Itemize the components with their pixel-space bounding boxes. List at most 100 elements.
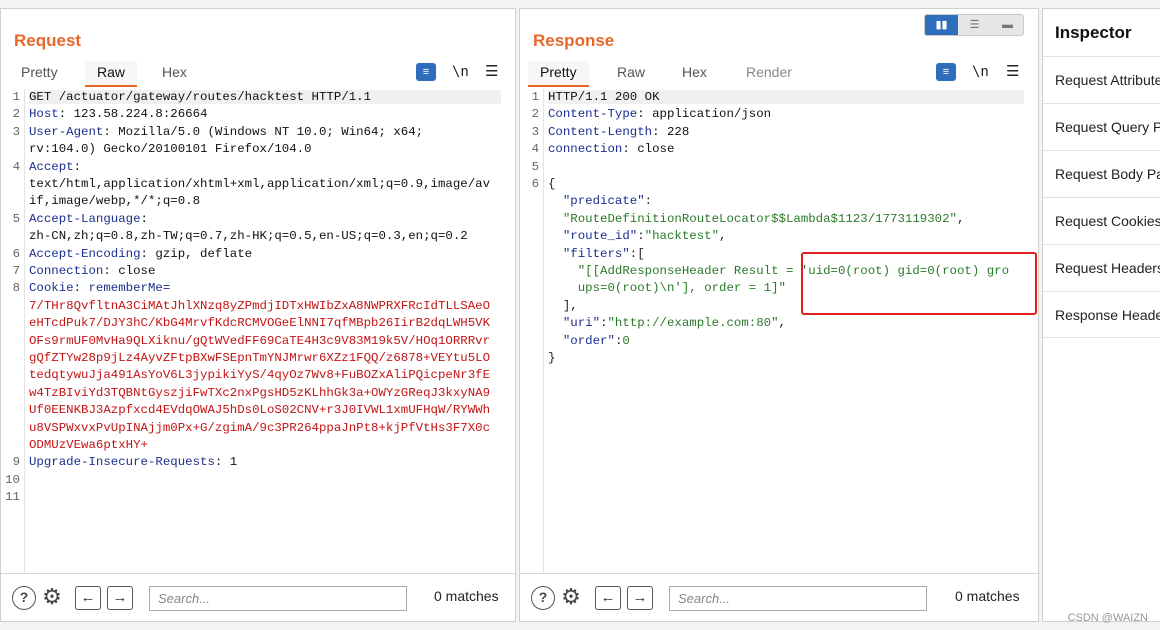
- code-token: "predicate": [562, 194, 645, 209]
- code-token: GET /actuator/gateway/routes/hacktest HT…: [29, 90, 372, 104]
- response-editor[interactable]: 1 HTTP/1.1 200 OK 2 Content-Type: applicati…: [520, 89, 1038, 573]
- code-token: Uf0EENKBJ3Azpfxcd4EVdqOWAJ5hDs0LoS02CNV+…: [29, 403, 491, 418]
- wrap-lines-icon[interactable]: ≡: [416, 63, 436, 81]
- code-token: {: [548, 177, 556, 191]
- arrow-right-icon[interactable]: →: [627, 586, 653, 610]
- code-line: Accept-Encoding: gzip, deflate: [29, 247, 252, 261]
- code-token: :: [73, 159, 82, 174]
- code-line: "predicate":: [548, 194, 652, 208]
- code-token: ODMUzVEwa6ptxHY+: [29, 438, 148, 452]
- request-search-input[interactable]: Search...: [149, 586, 407, 611]
- code-token: ,: [719, 229, 727, 244]
- split-columns-icon[interactable]: ▮▮: [925, 15, 958, 35]
- code-token: Upgrade-Insecure-Requests: [29, 455, 215, 470]
- code-line: "RouteDefinitionRouteLocator$$Lambda$112…: [548, 211, 965, 226]
- request-editor[interactable]: 1 GET /actuator/gateway/routes/hacktest H…: [1, 89, 515, 573]
- code-line: }: [548, 351, 555, 365]
- request-match-count: 0 matches: [434, 588, 499, 604]
- code-token: :: [73, 281, 89, 296]
- code-token: ,: [778, 316, 786, 331]
- split-rows-icon[interactable]: ☰: [958, 15, 991, 35]
- code-token: :[: [629, 246, 645, 261]
- response-tab-raw[interactable]: Raw: [617, 61, 645, 87]
- wrap-lines-icon[interactable]: ≡: [936, 63, 956, 81]
- request-tab-pretty[interactable]: Pretty: [21, 61, 58, 87]
- code-line: Accept:: [29, 160, 81, 174]
- line-number: 11: [5, 490, 20, 505]
- line-number: 1: [12, 90, 20, 104]
- inspector-request-headers[interactable]: Request Headers: [1043, 244, 1160, 291]
- request-tab-raw[interactable]: Raw: [85, 61, 138, 87]
- line-number: 5: [12, 211, 20, 226]
- help-icon[interactable]: ?: [12, 586, 36, 610]
- code-token: ,: [956, 211, 965, 226]
- arrow-left-icon[interactable]: ←: [595, 586, 621, 610]
- hamburger-menu-icon[interactable]: ☰: [1006, 63, 1026, 81]
- inspector-request-query-parameters[interactable]: Request Query Parameters: [1043, 103, 1160, 150]
- response-search-input[interactable]: Search...: [669, 586, 927, 611]
- code-token: Content-Length: [548, 124, 653, 139]
- arrow-left-icon[interactable]: ←: [75, 586, 101, 610]
- code-token: : close: [103, 264, 156, 278]
- inspector-response-headers[interactable]: Response Headers: [1043, 291, 1160, 338]
- line-number: 5: [531, 159, 539, 174]
- newline-toggle-icon[interactable]: \n: [452, 63, 472, 81]
- code-line: 7/THr8QvfltnA3CiMAtJhlXNzq8yZPmdjIDTxHWI…: [29, 299, 490, 313]
- code-token: : application/json: [637, 107, 772, 122]
- line-number: 2: [12, 107, 20, 122]
- response-tab-render[interactable]: Render: [746, 61, 792, 87]
- code-token: Accept: [29, 159, 74, 174]
- code-line: u8VSPWxvxPvUpINAjjm0Px+G/zgimA/9c3PR264p…: [29, 421, 490, 435]
- inspector-request-attributes[interactable]: Request Attributes: [1043, 56, 1160, 103]
- code-token: rv:104.0) Gecko/20100101 Firefox/104.0: [29, 142, 312, 157]
- code-token: eHTcdPuk7/DJY3hC/KbG4MrvfKdcRCMVOGeElNNI…: [29, 316, 491, 331]
- code-token: text/html,application/xhtml+xml,applicat…: [29, 177, 491, 191]
- code-token: connection: [548, 142, 623, 157]
- code-token: "filters": [562, 246, 630, 261]
- code-token: ],: [548, 298, 578, 313]
- response-tab-hex[interactable]: Hex: [682, 61, 707, 87]
- help-icon[interactable]: ?: [531, 586, 555, 610]
- response-tabs: Pretty Raw Hex Render ≡ \n ☰: [520, 61, 1038, 87]
- code-line: text/html,application/xhtml+xml,applicat…: [29, 177, 490, 191]
- code-token: Host: [29, 107, 59, 122]
- response-tab-pretty[interactable]: Pretty: [528, 61, 589, 87]
- line-number: 6: [531, 177, 539, 191]
- arrow-right-icon[interactable]: →: [107, 586, 133, 610]
- code-line: GET /actuator/gateway/routes/hacktest HT…: [29, 90, 501, 104]
- code-line: User-Agent: Mozilla/5.0 (Windows NT 10.0…: [29, 125, 423, 139]
- response-title: Response: [533, 31, 615, 50]
- code-token: : 1: [214, 455, 238, 470]
- gear-icon[interactable]: ⚙: [558, 584, 584, 610]
- code-line: if,image/webp,*/*;q=0.8: [29, 194, 200, 208]
- response-search-bar: ? ⚙ ← → Search... 0 matches: [520, 573, 1038, 621]
- code-line: Content-Length: 228: [548, 125, 689, 139]
- code-token: w4TzBIviYd3TQBNtGyszjiFwTXc2nxPgsHD5zKLh…: [29, 385, 491, 400]
- gear-icon[interactable]: ⚙: [39, 584, 65, 610]
- code-token: "order": [562, 333, 615, 348]
- response-pane: Response Pretty Raw Hex Render ≡ \n ☰ 1H…: [519, 8, 1039, 622]
- single-pane-icon[interactable]: ▬: [991, 15, 1024, 35]
- code-token: : Mozilla/5.0 (Windows NT 10.0; Win64; x…: [103, 124, 424, 139]
- request-tab-hex[interactable]: Hex: [162, 61, 187, 87]
- code-line: rv:104.0) Gecko/20100101 Firefox/104.0: [29, 142, 312, 156]
- line-number: 1: [531, 90, 539, 104]
- code-token: OFs9rmUF0MvHa9QLXiknu/gQtWVedFF69CaTE4H3…: [29, 333, 491, 348]
- newline-toggle-icon[interactable]: \n: [972, 63, 992, 81]
- code-token: Accept-Language: [29, 211, 141, 226]
- code-token: : 123.58.224.8:26664: [58, 107, 208, 122]
- code-token: 7/THr8QvfltnA3CiMAtJhlXNzq8yZPmdjIDTxHWI…: [29, 298, 491, 313]
- line-number: 3: [12, 124, 20, 139]
- inspector-request-cookies[interactable]: Request Cookies: [1043, 197, 1160, 244]
- line-number: 9: [12, 455, 20, 470]
- hamburger-menu-icon[interactable]: ☰: [485, 63, 505, 81]
- inspector-request-body-parameters[interactable]: Request Body Parameters: [1043, 150, 1160, 197]
- line-number: 6: [12, 246, 20, 261]
- code-token: u8VSPWxvxPvUpINAjjm0Px+G/zgimA/9c3PR264p…: [29, 420, 491, 435]
- request-tabs: Pretty Raw Hex ≡ \n ☰: [1, 61, 515, 87]
- code-line: "uri":"http://example.com:80",: [548, 316, 786, 330]
